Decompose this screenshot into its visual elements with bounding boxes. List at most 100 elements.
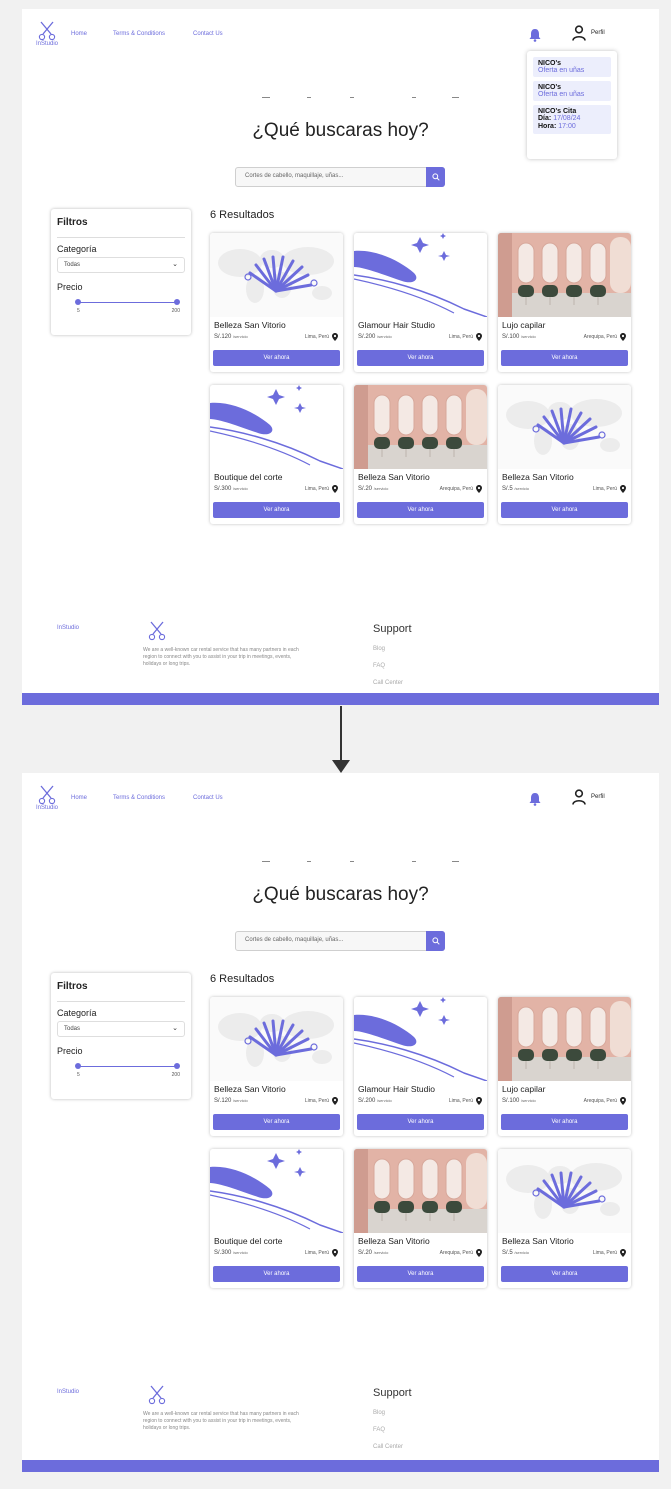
result-card[interactable]: Glamour Hair Studio S/.200 /servicio Lima,…: [354, 997, 487, 1136]
result-card[interactable]: Lujo capilar S/.100 /servicio Arequipa, Pe…: [498, 997, 631, 1136]
support-link-faq[interactable]: FAQ: [373, 1427, 385, 1433]
notification-title: NICO's: [538, 84, 562, 91]
search-bar: Cortes de cabello, maquillaje, uñas...: [235, 931, 445, 951]
nav-link-terms[interactable]: Terms & Conditions: [113, 795, 165, 801]
result-card[interactable]: Belleza San Vitorio S/.20 /servicio Arequi…: [354, 1149, 487, 1288]
price-max-value: 200: [171, 1072, 180, 1078]
nav-link-contact[interactable]: Contact Us: [193, 795, 223, 801]
card-image: [354, 233, 487, 318]
view-now-button[interactable]: Ver ahora: [213, 1114, 340, 1130]
card-image: [354, 1149, 487, 1233]
flow-arrow-head: [332, 760, 350, 773]
view-now-button[interactable]: Ver ahora: [501, 1266, 628, 1282]
result-card[interactable]: Boutique del corte S/.300 /servicio Lima, …: [210, 1149, 343, 1288]
location-pin-icon: [476, 1097, 482, 1105]
result-card[interactable]: Glamour Hair Studio S/.200 /servicio Lima,…: [354, 233, 487, 372]
slider-max-handle[interactable]: [174, 1063, 180, 1069]
card-title: Belleza San Vitorio: [214, 1084, 286, 1094]
view-now-button[interactable]: Ver ahora: [357, 502, 484, 518]
card-title: Lujo capilar: [502, 320, 546, 330]
profile-menu[interactable]: Perfil: [572, 789, 605, 805]
card-location: Lima, Perú: [593, 1249, 626, 1257]
search-button[interactable]: [426, 167, 445, 187]
result-card[interactable]: Belleza San Vitorio S/.5 /servicio Lima, P…: [498, 1149, 631, 1288]
category-select[interactable]: Todas ⌄: [57, 1021, 185, 1037]
support-link-blog[interactable]: Blog: [373, 646, 385, 652]
result-card[interactable]: Boutique del corte S/.300 /servicio Lima, …: [210, 385, 343, 524]
slider-max-handle[interactable]: [174, 299, 180, 305]
location-pin-icon: [332, 1097, 338, 1105]
notification-subtitle: Oferta en uñas: [538, 91, 585, 98]
slider-min-handle[interactable]: [75, 1063, 81, 1069]
result-card[interactable]: Belleza San Vitorio S/.120 /servicio Lima,…: [210, 997, 343, 1136]
price-slider[interactable]: 5 200: [75, 1063, 180, 1078]
category-value: Todas: [64, 262, 81, 268]
profile-label: Perfil: [591, 30, 605, 36]
result-card[interactable]: Lujo capilar S/.100 /servicio Arequipa, Pe…: [498, 233, 631, 372]
view-now-button[interactable]: Ver ahora: [501, 350, 628, 366]
card-price: S/.300 /servicio: [214, 1250, 248, 1256]
result-card[interactable]: Belleza San Vitorio S/.5 /servicio Lima, P…: [498, 385, 631, 524]
result-card[interactable]: Belleza San Vitorio S/.120 /servicio Lima,…: [210, 233, 343, 372]
search-input[interactable]: Cortes de cabello, maquillaje, uñas...: [245, 937, 343, 943]
nav-link-home[interactable]: Home: [71, 795, 87, 801]
logo[interactable]: InStudio: [32, 785, 62, 811]
nav-link-contact[interactable]: Contact Us: [193, 31, 223, 37]
card-location: Arequipa, Perú: [584, 1097, 626, 1105]
scissors-logo-icon: [38, 21, 56, 41]
support-link-faq[interactable]: FAQ: [373, 663, 385, 669]
search-input[interactable]: Cortes de cabello, maquillaje, uñas...: [245, 173, 343, 179]
footer-scissors-icon: [148, 1385, 166, 1410]
card-image: [210, 997, 343, 1081]
logo[interactable]: InStudio: [32, 21, 62, 47]
card-title: Lujo capilar: [502, 1084, 546, 1094]
card-image: [498, 997, 631, 1081]
support-link-call-center[interactable]: Call Center: [373, 680, 403, 686]
view-now-button[interactable]: Ver ahora: [213, 502, 340, 518]
price-label: Precio: [57, 282, 83, 292]
notification-bell-icon[interactable]: [529, 792, 541, 811]
card-image: [210, 385, 343, 470]
faint-divider: [262, 97, 462, 101]
card-location: Lima, Perú: [449, 1097, 482, 1105]
card-title: Belleza San Vitorio: [502, 472, 574, 482]
view-now-button[interactable]: Ver ahora: [213, 1266, 340, 1282]
card-price: S/.200 /servicio: [358, 1098, 392, 1104]
footer-bar: [22, 1460, 659, 1472]
view-now-button[interactable]: Ver ahora: [213, 350, 340, 366]
nav-link-terms[interactable]: Terms & Conditions: [113, 31, 165, 37]
card-location: Lima, Perú: [593, 485, 626, 493]
footer-description: We are a well-known car rental service t…: [143, 647, 299, 667]
view-now-button[interactable]: Ver ahora: [357, 1266, 484, 1282]
category-select[interactable]: Todas ⌄: [57, 257, 185, 273]
divider: [57, 237, 185, 238]
view-now-button[interactable]: Ver ahora: [357, 1114, 484, 1130]
footer-brand[interactable]: InStudio: [57, 625, 79, 631]
profile-menu[interactable]: Perfil: [572, 25, 605, 41]
screen-with-notifications: InStudio Home Terms & Conditions Contact…: [22, 9, 659, 705]
support-link-blog[interactable]: Blog: [373, 1410, 385, 1416]
price-slider[interactable]: 5 200: [75, 299, 180, 314]
notification-item[interactable]: NICO's Oferta en uñas: [533, 57, 611, 77]
search-icon: [431, 173, 440, 181]
footer-scissors-icon: [148, 621, 166, 646]
price-max-value: 200: [171, 308, 180, 314]
card-price: S/.5 /servicio: [502, 486, 530, 492]
nav-link-home[interactable]: Home: [71, 31, 87, 37]
result-card[interactable]: Belleza San Vitorio S/.20 /servicio Arequi…: [354, 385, 487, 524]
support-link-call-center[interactable]: Call Center: [373, 1444, 403, 1450]
card-location: Lima, Perú: [305, 485, 338, 493]
view-now-button[interactable]: Ver ahora: [501, 502, 628, 518]
slider-min-handle[interactable]: [75, 299, 81, 305]
card-title: Belleza San Vitorio: [358, 472, 430, 482]
notification-item[interactable]: NICO's Oferta en uñas: [533, 81, 611, 101]
view-now-button[interactable]: Ver ahora: [501, 1114, 628, 1130]
notification-bell-icon[interactable]: [529, 28, 541, 47]
footer-brand[interactable]: InStudio: [57, 1389, 79, 1395]
search-button[interactable]: [426, 931, 445, 951]
support-title: Support: [373, 1387, 412, 1399]
card-location: Arequipa, Perú: [440, 485, 482, 493]
view-now-button[interactable]: Ver ahora: [357, 350, 484, 366]
filters-panel: Filtros Categoría Todas ⌄ Precio 5 200: [51, 973, 191, 1099]
screen-default: InStudio Home Terms & Conditions Contact…: [22, 773, 659, 1472]
